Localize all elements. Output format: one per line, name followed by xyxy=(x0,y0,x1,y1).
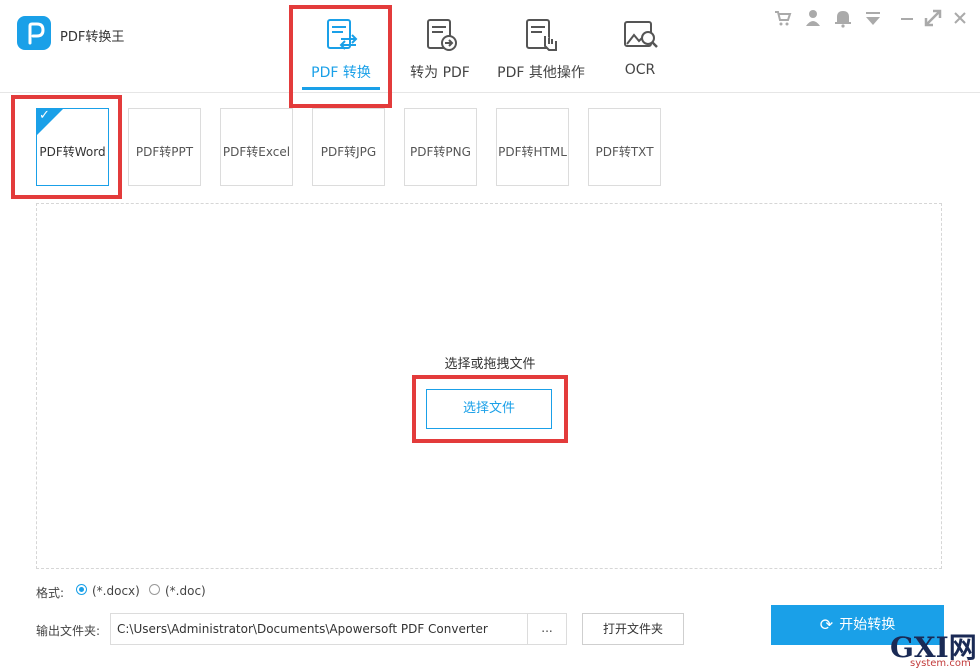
maximize-icon[interactable] xyxy=(923,8,943,28)
format-doc-label: (*.doc) xyxy=(165,584,206,598)
tab-to-pdf-label: 转为 PDF xyxy=(410,65,470,81)
subtab-label: PDF转TXT xyxy=(595,145,654,159)
dropdown-icon[interactable] xyxy=(863,8,883,28)
minimize-icon[interactable] xyxy=(897,8,917,28)
output-folder-label: 输出文件夹: xyxy=(36,624,101,638)
subtab-label: PDF转Excel xyxy=(222,145,291,159)
bell-icon[interactable] xyxy=(833,8,853,28)
subtab-pdf-to-txt[interactable]: PDF转TXT xyxy=(588,108,661,186)
close-icon[interactable] xyxy=(950,8,970,28)
file-dropzone[interactable] xyxy=(36,203,942,569)
watermark: GXI网 system.com xyxy=(884,626,980,670)
subtab-pdf-to-jpg[interactable]: PDF转JPG xyxy=(312,108,385,186)
subtab-pdf-to-excel[interactable]: PDF转Excel xyxy=(220,108,293,186)
refresh-icon: ⟳ xyxy=(819,615,834,634)
browse-button[interactable]: ... xyxy=(527,613,567,645)
subtab-pdf-to-html[interactable]: PDF转HTML xyxy=(496,108,569,186)
tab-pdf-other-label: PDF 其他操作 xyxy=(497,65,585,81)
format-docx-label: (*.docx) xyxy=(92,584,140,598)
format-docx-radio[interactable] xyxy=(76,584,87,595)
open-folder-button[interactable]: 打开文件夹 xyxy=(582,613,684,645)
subtab-pdf-to-ppt[interactable]: PDF转PPT xyxy=(128,108,201,186)
ocr-icon xyxy=(620,16,660,60)
subtab-label: PDF转Word xyxy=(39,145,106,159)
subtab-label: PDF转PPT xyxy=(135,145,194,159)
to-pdf-icon xyxy=(420,16,460,60)
app-title: PDF转换王 xyxy=(60,30,125,45)
format-label: 格式: xyxy=(36,586,65,600)
output-path-field[interactable]: C:\Users\Administrator\Documents\Apowers… xyxy=(110,613,528,645)
window-controls xyxy=(770,8,970,28)
checkmark-icon: ✓ xyxy=(39,108,50,123)
cart-icon[interactable] xyxy=(773,8,793,28)
tab-pdf-other[interactable]: PDF 其他操作 xyxy=(494,10,588,92)
watermark-sub: system.com xyxy=(910,658,971,669)
app-logo xyxy=(17,16,51,50)
user-icon[interactable] xyxy=(803,8,823,28)
subtab-pdf-to-word[interactable]: ✓ PDF转Word xyxy=(36,108,109,186)
format-doc-radio[interactable] xyxy=(149,584,160,595)
select-file-button[interactable]: 选择文件 xyxy=(426,389,552,429)
subtab-label: PDF转HTML xyxy=(498,145,567,159)
pdf-convert-icon xyxy=(321,16,361,60)
tab-ocr-label: OCR xyxy=(624,62,656,78)
tab-ocr[interactable]: OCR xyxy=(610,10,670,92)
dropzone-hint: 选择或拖拽文件 xyxy=(444,357,536,372)
pdf-other-icon xyxy=(521,16,561,60)
tab-to-pdf[interactable]: 转为 PDF xyxy=(405,10,475,92)
subtab-label: PDF转PNG xyxy=(410,145,471,159)
subtab-label: PDF转JPG xyxy=(320,145,377,159)
tab-pdf-convert[interactable]: PDF 转换 xyxy=(298,10,384,92)
tab-pdf-convert-label: PDF 转换 xyxy=(311,65,371,81)
subtab-pdf-to-png[interactable]: PDF转PNG xyxy=(404,108,477,186)
active-tab-indicator xyxy=(302,87,380,90)
